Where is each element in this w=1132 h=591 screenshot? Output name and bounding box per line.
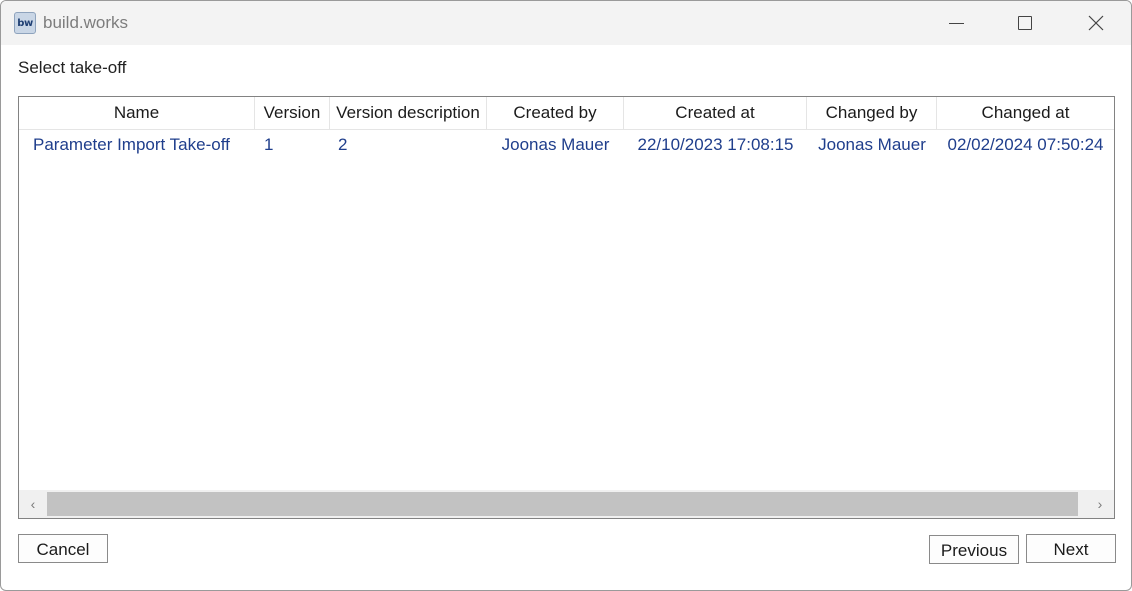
scroll-right-button[interactable]: › bbox=[1086, 490, 1114, 518]
previous-button[interactable]: Previous bbox=[929, 535, 1019, 564]
column-header-changed-at[interactable]: Changed at bbox=[937, 97, 1114, 129]
minimize-button[interactable] bbox=[933, 1, 979, 45]
column-header-version[interactable]: Version bbox=[255, 97, 330, 129]
cell-changed-at: 02/02/2024 07:50:24 bbox=[947, 135, 1104, 154]
close-button[interactable] bbox=[1073, 1, 1119, 45]
maximize-icon bbox=[1018, 16, 1032, 30]
cancel-button[interactable]: Cancel bbox=[18, 534, 108, 563]
cell-version: 1 bbox=[264, 135, 274, 154]
column-header-changed-by[interactable]: Changed by bbox=[807, 97, 937, 129]
scrollbar-thumb[interactable] bbox=[47, 492, 1078, 516]
chevron-right-icon: › bbox=[1097, 496, 1103, 512]
cell-changed-by: Joonas Mauer bbox=[818, 135, 926, 154]
column-header-name[interactable]: Name bbox=[19, 97, 255, 129]
cell-version-description: 2 bbox=[338, 135, 348, 154]
column-header-created-at[interactable]: Created at bbox=[624, 97, 807, 129]
table-header: Name Version Version description Created… bbox=[19, 97, 1114, 130]
horizontal-scrollbar[interactable]: ‹ › bbox=[19, 490, 1114, 518]
cell-created-by: Joonas Mauer bbox=[501, 135, 610, 154]
page-heading: Select take-off bbox=[18, 58, 127, 77]
next-button[interactable]: Next bbox=[1026, 534, 1116, 563]
chevron-left-icon: ‹ bbox=[30, 496, 36, 512]
title-bar[interactable]: bw build.works bbox=[1, 1, 1131, 45]
scroll-left-button[interactable]: ‹ bbox=[19, 490, 47, 518]
close-icon bbox=[1088, 15, 1104, 31]
dialog-window: bw build.works Select take-off Name Vers… bbox=[0, 0, 1132, 591]
column-header-version-description[interactable]: Version description bbox=[330, 97, 487, 129]
column-header-created-by[interactable]: Created by bbox=[487, 97, 624, 129]
app-logo-icon: bw bbox=[14, 12, 36, 34]
maximize-button[interactable] bbox=[1002, 1, 1048, 45]
table-row[interactable]: Parameter Import Take-off 1 2 Joonas Mau… bbox=[19, 129, 1114, 160]
minimize-icon bbox=[948, 22, 964, 24]
cell-created-at: 22/10/2023 17:08:15 bbox=[637, 135, 794, 154]
window-title: build.works bbox=[43, 13, 129, 32]
cell-name: Parameter Import Take-off bbox=[33, 135, 230, 154]
takeoff-table: Name Version Version description Created… bbox=[18, 96, 1115, 519]
